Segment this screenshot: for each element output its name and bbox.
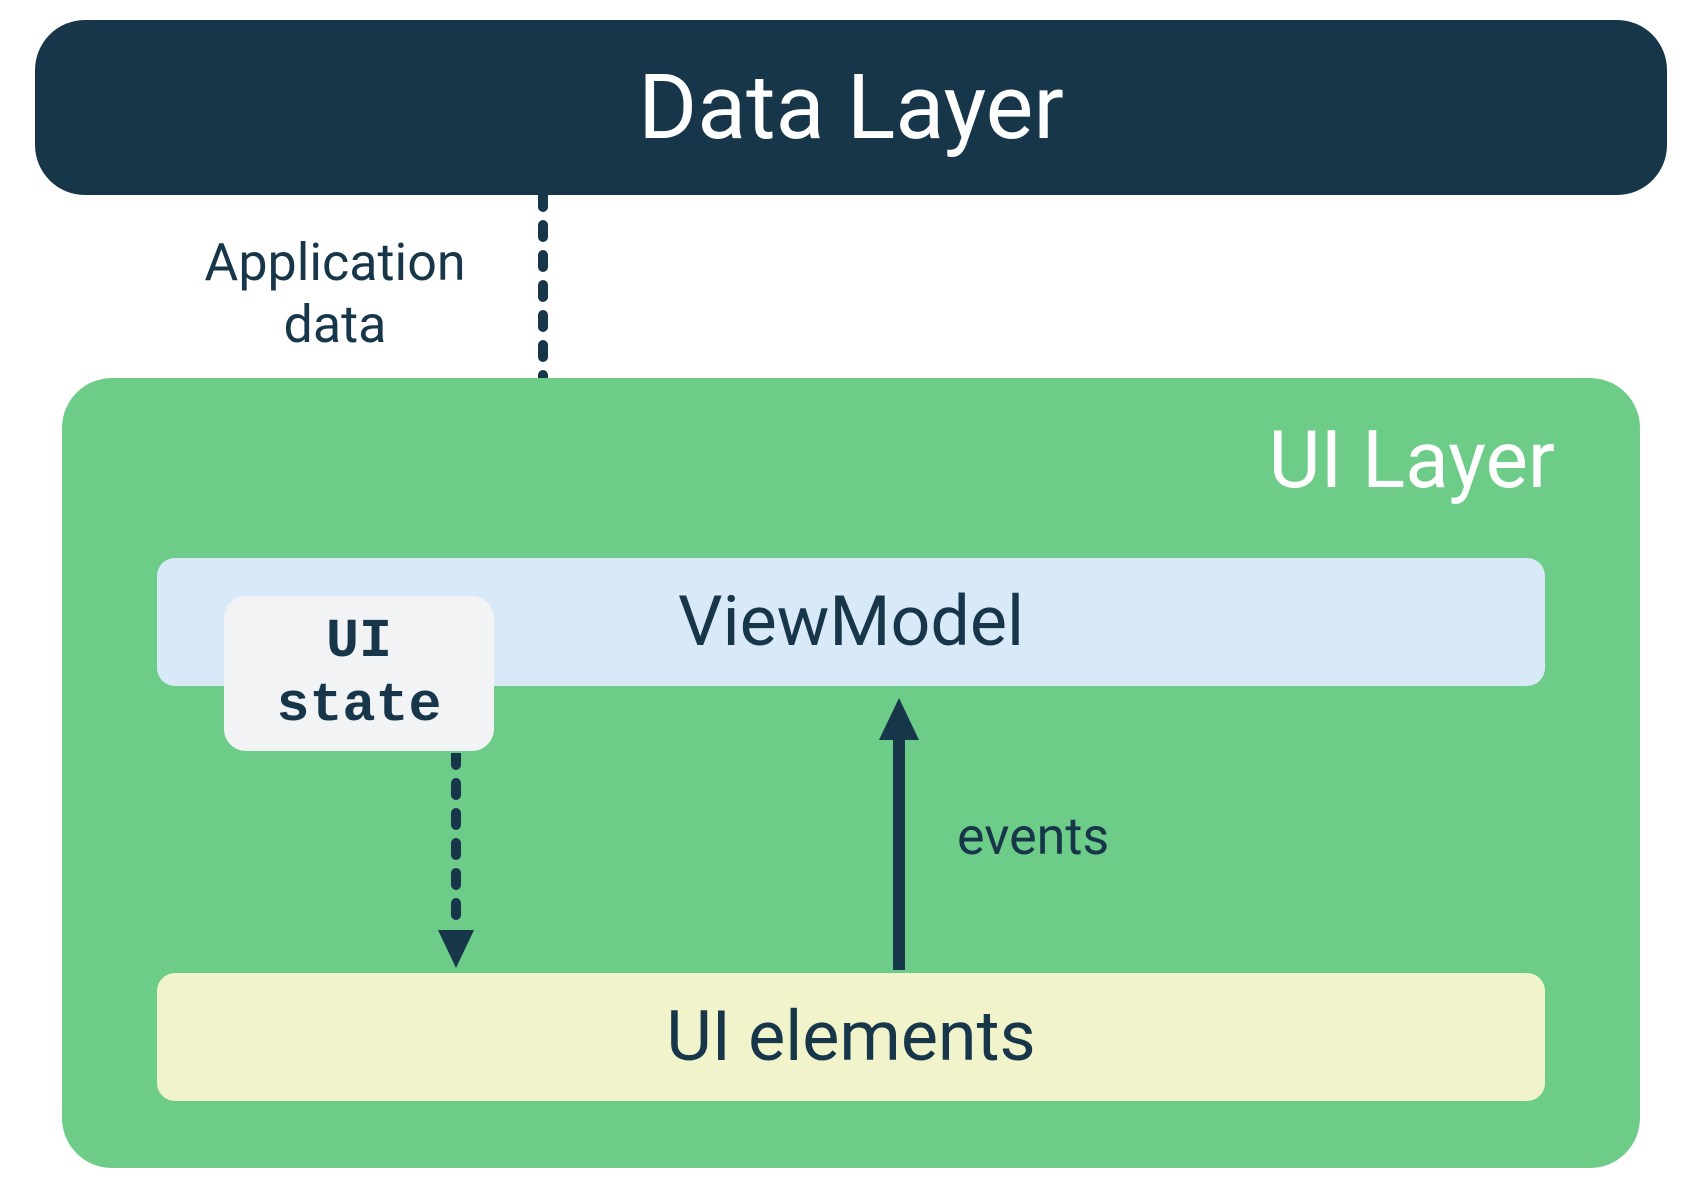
ui-state-line1: UI bbox=[326, 610, 392, 673]
ui-state-line2: state bbox=[276, 674, 441, 737]
ui-elements-label: UI elements bbox=[666, 996, 1035, 1078]
app-data-line2: data bbox=[284, 294, 387, 355]
ui-state-box: UI state bbox=[224, 596, 494, 751]
data-layer-label: Data Layer bbox=[638, 55, 1064, 160]
arrow-events-icon bbox=[874, 698, 924, 970]
events-label: events bbox=[957, 806, 1109, 867]
application-data-label: Application data bbox=[170, 232, 500, 357]
ui-elements-box: UI elements bbox=[157, 973, 1545, 1101]
ui-layer-label: UI Layer bbox=[1269, 413, 1555, 507]
viewmodel-label: ViewModel bbox=[678, 581, 1024, 663]
ui-layer-box: UI Layer ViewModel UI state events UI el… bbox=[62, 378, 1640, 1168]
arrow-ui-state-icon bbox=[436, 753, 476, 968]
data-layer-box: Data Layer bbox=[35, 20, 1667, 195]
app-data-line1: Application bbox=[204, 232, 465, 293]
